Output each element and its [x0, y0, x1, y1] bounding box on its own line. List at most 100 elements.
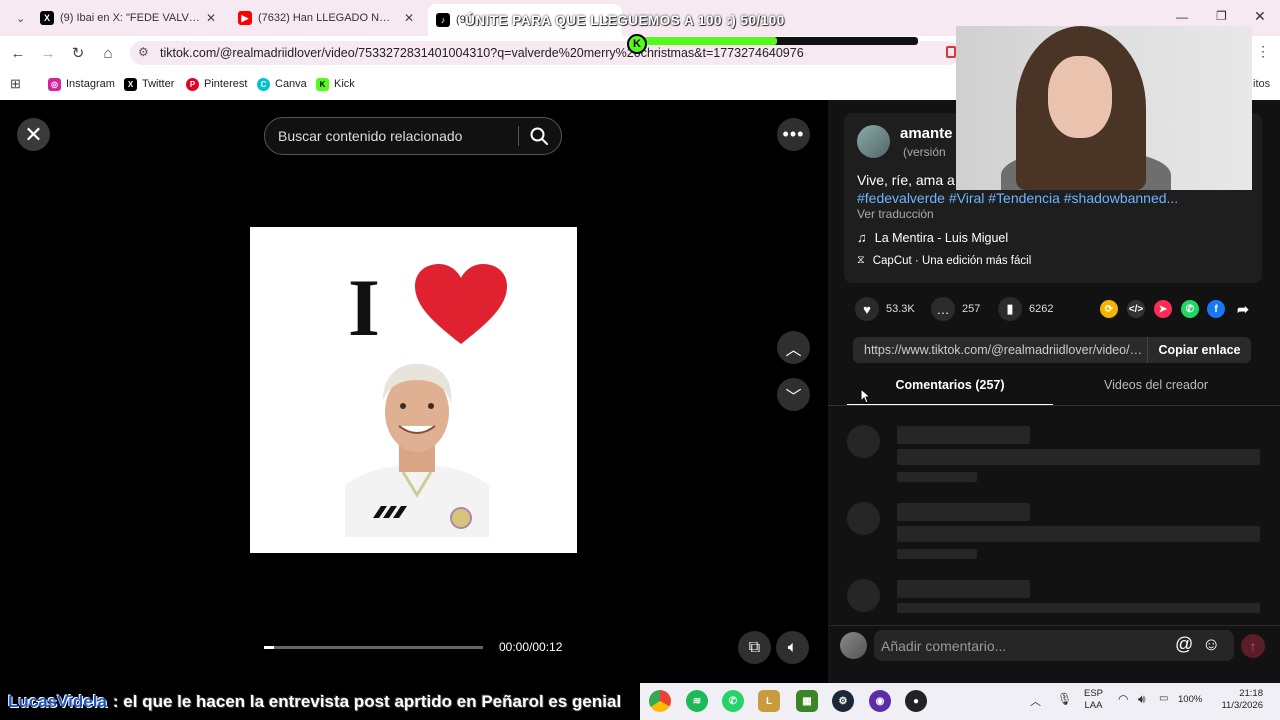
webcam-overlay [956, 26, 1252, 190]
music-title: La Mentira - Luis Miguel [874, 230, 1009, 245]
tray-chevron-icon[interactable]: ︿ [1030, 693, 1041, 709]
comment-skeleton-line [897, 503, 1030, 521]
kick-badge-icon: K [627, 34, 647, 54]
next-video-button[interactable]: ﹀ [777, 378, 810, 411]
home-icon[interactable]: ⌂ [97, 42, 119, 64]
bookmark-canva[interactable]: C Canva [257, 75, 307, 93]
tab-list-button[interactable]: ⌄ [8, 6, 26, 30]
music-note-icon: ♫ [857, 230, 867, 245]
send-comment-button[interactable]: ↑ [1241, 634, 1265, 658]
wifi-icon[interactable]: ◠ [1118, 692, 1128, 706]
author-avatar[interactable] [857, 125, 890, 158]
stream-goal-bar [636, 37, 918, 45]
obs-icon[interactable]: ◉ [869, 690, 891, 712]
close-viewer-button[interactable]: ✕ [17, 118, 50, 151]
save-button[interactable]: ▮ 6262 [998, 297, 1053, 321]
reload-icon[interactable]: ↻ [67, 42, 89, 64]
previous-video-button[interactable]: ︿ [777, 331, 810, 364]
bookmark-label: Kick [334, 78, 355, 90]
comment-skeleton-line [897, 472, 977, 482]
apps-grid-icon[interactable]: ⊞ [10, 76, 21, 92]
see-translation-link[interactable]: Ver traducción [857, 207, 934, 221]
bookmark-instagram[interactable]: ◎ Instagram [48, 75, 115, 93]
share-arrow-icon[interactable]: ➦ [1234, 300, 1252, 318]
league-icon[interactable]: L [758, 690, 780, 712]
like-count: 53.3K [886, 303, 915, 315]
tiktok-icon: ♪ [436, 13, 450, 27]
video-hashtags[interactable]: #fedevalverde #Viral #Tendencia #shadowb… [857, 190, 1178, 206]
copy-link-button[interactable]: Copiar enlace [1147, 337, 1251, 363]
menu-icon[interactable]: ⋮ [1256, 43, 1270, 60]
heart-graphic [415, 264, 507, 344]
whatsapp-icon[interactable]: ✆ [1181, 300, 1199, 318]
all-bookmarks-label[interactable]: itos [1253, 78, 1270, 90]
minecraft-icon[interactable]: ▦ [796, 690, 818, 712]
spotify-icon[interactable]: ≋ [686, 690, 708, 712]
author-subtitle: (versión [903, 145, 946, 159]
instagram-icon: ◎ [48, 77, 61, 91]
bookmark-twitter[interactable]: X Twitter [124, 75, 174, 93]
tab-comments[interactable]: Comentarios (257) [847, 378, 1053, 406]
lang-code: ESP [1084, 688, 1104, 699]
video-link[interactable]: https://www.tiktok.com/@realmadriidlover… [864, 343, 1144, 357]
steam-icon[interactable]: ⚙ [832, 690, 854, 712]
progress-fill [264, 646, 274, 649]
volume-tray-icon[interactable]: 🔊︎ [1138, 692, 1146, 707]
github-icon[interactable]: ● [905, 690, 927, 712]
close-icon[interactable]: ✕ [206, 11, 216, 25]
bookmark-label: Canva [275, 78, 307, 90]
site-info-icon[interactable]: ⚙ [138, 45, 149, 59]
language-indicator[interactable]: ESP LAA [1084, 688, 1103, 712]
chrome-icon[interactable] [649, 690, 671, 712]
window-close-icon[interactable]: ✕ [1254, 8, 1266, 25]
more-options-button[interactable]: ••• [777, 118, 810, 151]
comment-bubble-icon: … [931, 297, 955, 321]
close-icon[interactable]: ✕ [404, 11, 414, 25]
battery-percent: 100% [1178, 694, 1203, 705]
comment-skeleton-line [897, 580, 1030, 598]
x-icon: X [40, 11, 54, 25]
bookmark-label: Instagram [66, 78, 115, 90]
x-icon: X [124, 77, 137, 91]
restore-icon[interactable]: ❐ [1216, 9, 1227, 23]
search-icon[interactable] [529, 126, 549, 146]
my-avatar [840, 632, 867, 659]
tab-creator-videos[interactable]: Videos del creador [1053, 378, 1259, 406]
url-text: tiktok.com/@realmadriidlover/video/75332… [160, 46, 804, 60]
pip-button[interactable]: ⧉ [738, 631, 771, 664]
facebook-icon[interactable]: f [1207, 300, 1225, 318]
mouse-cursor [860, 388, 870, 404]
like-button[interactable]: ♥ 53.3K [855, 297, 915, 321]
chat-ticker: LucasVidela : el que le hacen la entrevi… [0, 683, 640, 720]
mention-icon[interactable]: @ [1175, 634, 1193, 655]
emoji-icon[interactable]: ☺ [1202, 634, 1220, 655]
battery-icon[interactable]: ▭ [1159, 693, 1168, 704]
back-icon[interactable]: ← [7, 42, 29, 64]
comment-button[interactable]: … 257 [931, 297, 980, 321]
clock[interactable]: 21:18 11/3/2026 [1205, 688, 1263, 712]
author-name[interactable]: amante [900, 125, 953, 142]
ticker-username: LucasVidela [8, 691, 107, 711]
cast-icon[interactable] [946, 46, 956, 58]
microphone-icon[interactable]: 🎙︎ [1057, 692, 1072, 706]
bookmark-pinterest[interactable]: P Pinterest [186, 75, 247, 93]
bookmark-kick[interactable]: K Kick [316, 75, 355, 93]
tabs-divider [828, 405, 1280, 406]
volume-button[interactable]: 🔈︎ [776, 631, 809, 664]
progress-track[interactable] [264, 646, 483, 649]
comment-count: 257 [962, 303, 981, 315]
comment-skeleton-line [897, 526, 1260, 542]
capcut-link[interactable]: ⧖ CapCut · Una edición más fácil [857, 254, 1031, 267]
close-icon: ✕ [24, 121, 43, 147]
forward-icon[interactable]: → [37, 42, 59, 64]
whatsapp-taskbar-icon[interactable]: ✆ [722, 690, 744, 712]
repost-icon[interactable]: ⟳ [1100, 300, 1118, 318]
stream-goal-text: ÚNITE PARA QUE LLEGUEMOS A 100 :) 50/100 [465, 13, 785, 28]
music-link[interactable]: ♫ La Mentira - Luis Miguel [857, 230, 1008, 245]
send-to-friends-icon[interactable]: ➤ [1154, 300, 1172, 318]
embed-icon[interactable]: </> [1127, 300, 1145, 318]
tab-1[interactable]: X (9) Ibai en X: "FEDE VALVERDE F ✕ [32, 6, 224, 30]
minimize-icon[interactable]: — [1176, 10, 1188, 24]
tab-2[interactable]: ▶ (7632) Han LLEGADO NUEVOS ✕ [230, 6, 422, 30]
lang-layout: LAA [1084, 700, 1103, 711]
